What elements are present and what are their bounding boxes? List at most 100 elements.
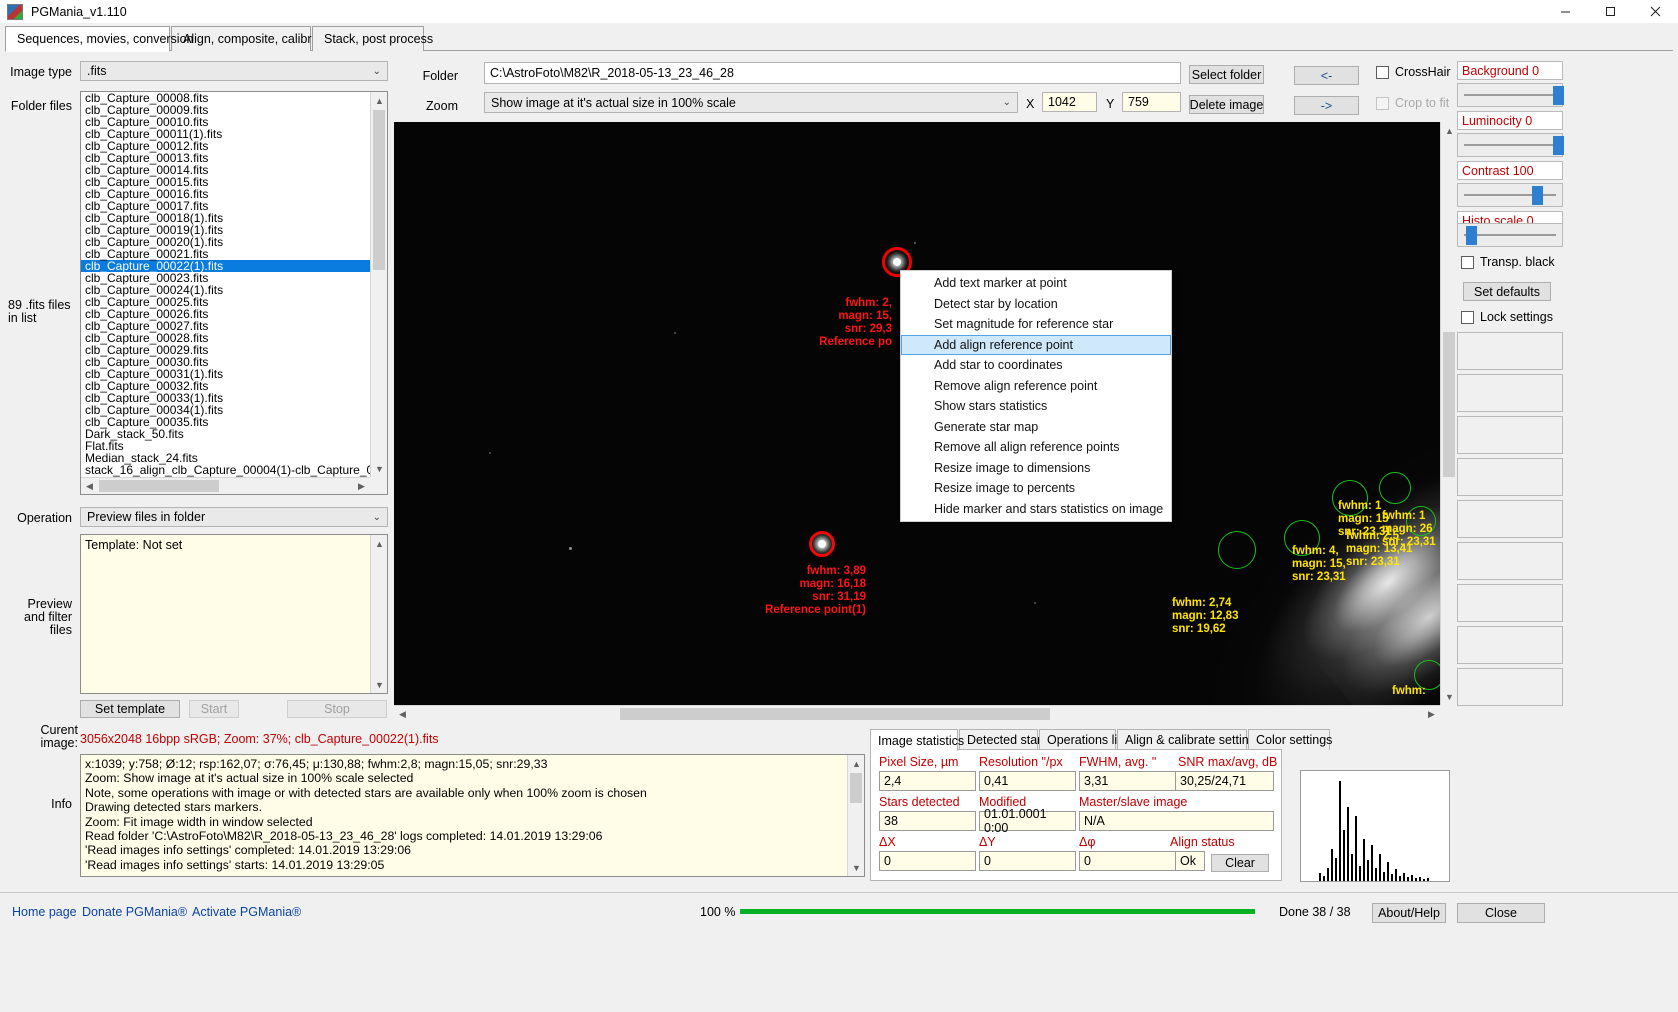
progress-percent-text: 100 %: [700, 905, 735, 919]
info-log-box[interactable]: x:1039; y:758; Ø:12; rsp:162,07; σ:76,45…: [80, 754, 865, 877]
scroll-down-icon[interactable]: ▼: [848, 859, 865, 876]
stats-tab-image-statistics[interactable]: Image statistics: [870, 729, 958, 751]
align-status-input[interactable]: Ok: [1175, 851, 1205, 871]
image-context-menu[interactable]: Add text marker at pointDetect star by l…: [900, 270, 1172, 522]
y-coordinate-input[interactable]: 759: [1122, 92, 1181, 112]
slider-thumb[interactable]: [1553, 136, 1564, 155]
stats-tab-color-settings[interactable]: Color settings: [1248, 729, 1330, 750]
hscroll-thumb[interactable]: [99, 480, 219, 492]
slider-thumb[interactable]: [1532, 186, 1543, 205]
transp-black-checkbox[interactable]: Transp. black: [1461, 255, 1555, 269]
delta-phi-input[interactable]: 0: [1079, 851, 1176, 871]
x-coordinate-input[interactable]: 1042: [1042, 92, 1097, 112]
close-icon[interactable]: [1633, 0, 1678, 23]
context-menu-item[interactable]: Set magnitude for reference star: [901, 314, 1171, 335]
resolution-input[interactable]: 0,41: [979, 771, 1076, 791]
histo-scale-slider[interactable]: [1457, 223, 1563, 247]
operation-combo[interactable]: Preview files in folder ⌄: [80, 507, 388, 527]
stats-tab-operations-list[interactable]: Operations list: [1039, 729, 1116, 750]
snr-max-avg-input[interactable]: 30,25/24,71: [1175, 771, 1274, 791]
stop-button[interactable]: Stop: [287, 700, 387, 718]
delete-image-button[interactable]: Delete image: [1189, 95, 1264, 114]
set-defaults-button[interactable]: Set defaults: [1463, 282, 1551, 301]
slider-thumb[interactable]: [1466, 226, 1477, 245]
luminocity-slider[interactable]: [1457, 133, 1563, 157]
chevron-down-icon: ⌄: [373, 512, 381, 523]
clear-button[interactable]: Clear: [1211, 854, 1269, 872]
tab-sequences-movies-conversion[interactable]: Sequences, movies, conversion: [5, 26, 170, 52]
context-menu-item[interactable]: Generate star map: [901, 417, 1171, 438]
activate-link[interactable]: Activate PGMania®: [192, 905, 301, 919]
stars-detected-input[interactable]: 38: [879, 811, 976, 831]
close-button[interactable]: Close: [1457, 903, 1545, 923]
canvas-vscroll-thumb[interactable]: [1443, 332, 1455, 477]
home-page-link[interactable]: Home page: [12, 905, 77, 919]
tab-stack-post-process[interactable]: Stack, post process: [312, 26, 424, 51]
delta-y-input[interactable]: 0: [979, 851, 1076, 871]
minimize-icon[interactable]: [1543, 0, 1588, 23]
folder-files-vscrollbar[interactable]: ▲ ▼: [370, 92, 387, 477]
context-menu-item[interactable]: Remove align reference point: [901, 376, 1171, 397]
preview-vscrollbar[interactable]: ▲ ▼: [370, 535, 387, 693]
preview-files-box[interactable]: Template: Not set ▲ ▼: [80, 534, 388, 694]
context-menu-item[interactable]: Add align reference point: [901, 335, 1171, 356]
maximize-icon[interactable]: [1588, 0, 1633, 23]
slider-thumb[interactable]: [1553, 86, 1564, 105]
canvas-hscroll-thumb[interactable]: [620, 708, 1050, 720]
info-vscroll-thumb[interactable]: [850, 773, 862, 803]
list-item[interactable]: Dark_stack_50.fits: [81, 428, 370, 440]
master-slave-image-input[interactable]: N/A: [1079, 811, 1274, 831]
folder-files-list[interactable]: clb_Capture_00008.fitsclb_Capture_00009.…: [80, 91, 388, 495]
start-button[interactable]: Start: [189, 700, 239, 718]
image-type-combo[interactable]: .fits ⌄: [80, 61, 388, 81]
delta-x-input[interactable]: 0: [879, 851, 976, 871]
context-menu-item[interactable]: Add star to coordinates: [901, 355, 1171, 376]
about-help-button[interactable]: About/Help: [1372, 903, 1446, 923]
histogram-bar: [1427, 878, 1429, 881]
zoom-combo[interactable]: Show image at it's actual size in 100% s…: [484, 92, 1018, 113]
marker-reference: Reference point(1): [694, 604, 866, 617]
image-canvas[interactable]: fwhm: 2, magn: 15, snr: 29,3 Reference p…: [394, 122, 1440, 705]
fwhm-avg-input[interactable]: 3,31: [1079, 771, 1176, 791]
scroll-down-icon[interactable]: ▼: [371, 460, 388, 477]
detected-star-ring[interactable]: [1218, 531, 1256, 569]
context-menu-item[interactable]: Hide marker and stars statistics on imag…: [901, 499, 1171, 520]
histogram-bar: [1403, 873, 1405, 881]
donate-link[interactable]: Donate PGMania®: [82, 905, 187, 919]
context-menu-item[interactable]: Detect star by location: [901, 294, 1171, 315]
stats-tab-detected-stars[interactable]: Detected stars: [959, 729, 1038, 750]
crop-to-fit-checkbox[interactable]: Crop to fit: [1376, 96, 1449, 110]
scroll-down-icon[interactable]: ▼: [371, 676, 388, 693]
scroll-left-icon[interactable]: ◀: [81, 478, 98, 495]
set-template-button[interactable]: Set template: [80, 700, 180, 718]
resolution-value: 0,41: [984, 774, 1008, 788]
list-item[interactable]: stack_16_align_clb_Capture_00004(1)-clb_…: [81, 464, 370, 476]
lock-settings-checkbox[interactable]: Lock settings: [1461, 310, 1553, 324]
context-menu-item[interactable]: Resize image to dimensions: [901, 458, 1171, 479]
scroll-right-icon[interactable]: ▶: [353, 478, 370, 495]
stats-tab-align-calibrate-settings[interactable]: Align & calibrate settings: [1117, 729, 1247, 750]
scroll-up-icon[interactable]: ▲: [371, 535, 388, 552]
context-menu-item[interactable]: Resize image to percents: [901, 478, 1171, 499]
canvas-hscrollbar[interactable]: ◀ ▶: [394, 705, 1440, 722]
crosshair-checkbox[interactable]: CrossHair: [1376, 65, 1451, 79]
vscroll-thumb[interactable]: [373, 110, 385, 270]
scroll-up-icon[interactable]: ▲: [848, 755, 865, 772]
folder-files-hscrollbar[interactable]: ◀ ▶: [81, 477, 370, 494]
select-folder-button[interactable]: Select folder: [1189, 65, 1264, 84]
zoom-label: Zoom: [400, 99, 458, 113]
modified-input[interactable]: 01.01.0001 0:00: [979, 811, 1076, 831]
context-menu-item[interactable]: Add text marker at point: [901, 273, 1171, 294]
previous-image-button[interactable]: <-: [1294, 66, 1359, 85]
context-menu-item[interactable]: Show stars statistics: [901, 396, 1171, 417]
scroll-left-icon[interactable]: ◀: [394, 706, 411, 723]
context-menu-item[interactable]: Remove all align reference points: [901, 437, 1171, 458]
scroll-up-icon[interactable]: ▲: [371, 92, 388, 109]
scroll-right-icon[interactable]: ▶: [1423, 706, 1440, 723]
folder-path-input[interactable]: C:\AstroFoto\M82\R_2018-05-13_23_46_28: [484, 62, 1181, 84]
contrast-slider[interactable]: [1457, 183, 1563, 207]
background-slider[interactable]: [1457, 83, 1563, 107]
pixel-size-input[interactable]: 2,4: [879, 771, 976, 791]
info-vscrollbar[interactable]: ▲ ▼: [847, 755, 864, 876]
next-image-button[interactable]: ->: [1294, 96, 1359, 115]
